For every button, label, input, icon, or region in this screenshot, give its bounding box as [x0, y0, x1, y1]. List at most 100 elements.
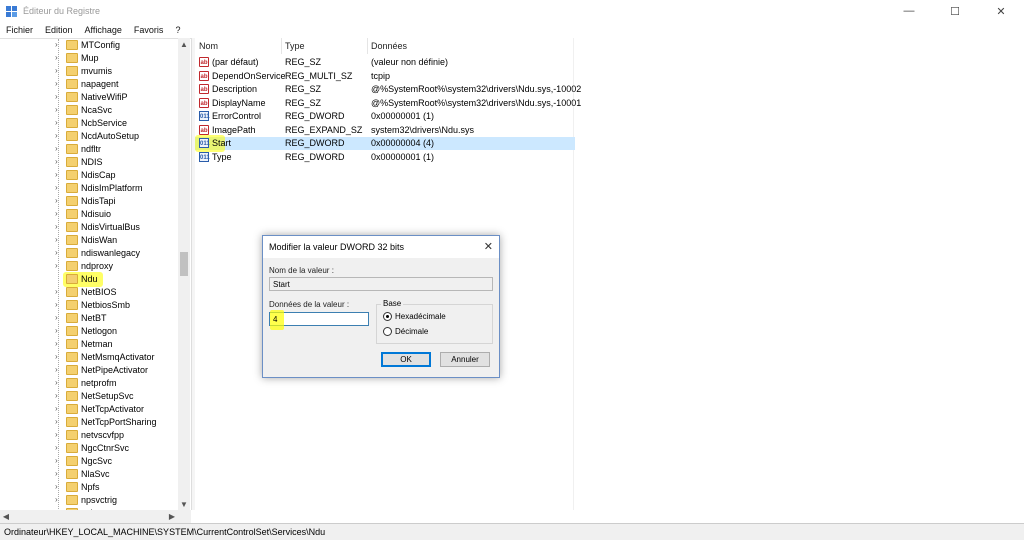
- tree-item[interactable]: › NDIS: [0, 156, 178, 169]
- scroll-left-arrow-icon[interactable]: ◀: [0, 510, 12, 523]
- chevron-right-icon[interactable]: ›: [55, 391, 58, 400]
- tree-item[interactable]: › netvscvfpp: [0, 429, 178, 442]
- tree-item[interactable]: › NetSetupSvc: [0, 390, 178, 403]
- value-data-input[interactable]: 4: [269, 310, 369, 330]
- registry-tree[interactable]: › MTConfig › Mup › mvumis › napagent › NativeWifi…: [0, 38, 191, 510]
- value-row[interactable]: 011 Start REG_DWORD 0x00000004 (4): [195, 135, 575, 152]
- tree-item[interactable]: › NetMsmqActivator: [0, 351, 178, 364]
- chevron-right-icon[interactable]: ›: [55, 456, 58, 465]
- value-row[interactable]: ab ImagePath REG_EXPAND_SZ system32\drivers…: [195, 124, 575, 137]
- tree-item[interactable]: › NetBT: [0, 312, 178, 325]
- chevron-right-icon[interactable]: ›: [55, 482, 58, 491]
- tree-vertical-scrollbar[interactable]: ▲ ▼: [178, 38, 190, 510]
- chevron-right-icon[interactable]: ›: [55, 287, 58, 296]
- menu-help[interactable]: ?: [169, 25, 186, 35]
- menu-affichage[interactable]: Affichage: [79, 25, 128, 35]
- chevron-right-icon[interactable]: ›: [55, 469, 58, 478]
- tree-item[interactable]: › NgcSvc: [0, 455, 178, 468]
- ok-button[interactable]: OK: [381, 352, 431, 367]
- chevron-right-icon[interactable]: ›: [55, 417, 58, 426]
- tree-item[interactable]: › NgcCtnrSvc: [0, 442, 178, 455]
- chevron-right-icon[interactable]: ›: [55, 378, 58, 387]
- tree-item[interactable]: › NetBIOS: [0, 286, 178, 299]
- column-header-name[interactable]: Nom: [199, 41, 218, 51]
- tree-horizontal-scrollbar[interactable]: ◀ ▶: [0, 510, 191, 523]
- tree-item[interactable]: › NativeWifiP: [0, 91, 178, 104]
- tree-item[interactable]: › NcaSvc: [0, 104, 178, 117]
- chevron-right-icon[interactable]: ›: [55, 313, 58, 322]
- chevron-right-icon[interactable]: ›: [55, 196, 58, 205]
- menu-favoris[interactable]: Favoris: [128, 25, 170, 35]
- chevron-right-icon[interactable]: ›: [55, 404, 58, 413]
- cancel-button[interactable]: Annuler: [440, 352, 490, 367]
- chevron-right-icon[interactable]: ›: [55, 66, 58, 75]
- chevron-right-icon[interactable]: ›: [55, 40, 58, 49]
- tree-item[interactable]: › Ndisuio: [0, 208, 178, 221]
- tree-item[interactable]: › npsvctrig: [0, 494, 178, 507]
- tree-item[interactable]: › ndfltr: [0, 143, 178, 156]
- tree-item[interactable]: › Mup: [0, 52, 178, 65]
- menu-edition[interactable]: Edition: [39, 25, 79, 35]
- chevron-right-icon[interactable]: ›: [55, 365, 58, 374]
- value-row[interactable]: 011 Type REG_DWORD 0x00000001 (1): [195, 151, 575, 164]
- tree-item[interactable]: › NetTcpActivator: [0, 403, 178, 416]
- menu-fichier[interactable]: Fichier: [0, 25, 39, 35]
- tree-item[interactable]: › NcbService: [0, 117, 178, 130]
- tree-item[interactable]: › Netlogon: [0, 325, 178, 338]
- chevron-right-icon[interactable]: ›: [55, 53, 58, 62]
- tree-item[interactable]: › NetbiosSmb: [0, 299, 178, 312]
- chevron-right-icon[interactable]: ›: [55, 222, 58, 231]
- chevron-right-icon[interactable]: ›: [55, 300, 58, 309]
- tree-item[interactable]: › NdisCap: [0, 169, 178, 182]
- chevron-right-icon[interactable]: ›: [55, 430, 58, 439]
- value-row[interactable]: 011 ErrorControl REG_DWORD 0x00000001 (1): [195, 110, 575, 123]
- dialog-close-icon[interactable]: ✕: [484, 240, 493, 253]
- tree-item[interactable]: › NetTcpPortSharing: [0, 416, 178, 429]
- tree-item[interactable]: › NlaSvc: [0, 468, 178, 481]
- chevron-right-icon[interactable]: ›: [55, 248, 58, 257]
- tree-item[interactable]: › NdisWan: [0, 234, 178, 247]
- tree-item[interactable]: › NdisImPlatform: [0, 182, 178, 195]
- scroll-right-arrow-icon[interactable]: ▶: [166, 510, 178, 523]
- tree-item[interactable]: › ndiswanlegacy: [0, 247, 178, 260]
- chevron-right-icon[interactable]: ›: [55, 209, 58, 218]
- chevron-right-icon[interactable]: ›: [55, 92, 58, 101]
- close-button[interactable]: ✕: [978, 0, 1024, 22]
- chevron-right-icon[interactable]: ›: [55, 352, 58, 361]
- chevron-right-icon[interactable]: ›: [55, 443, 58, 452]
- column-header-data[interactable]: Données: [371, 41, 407, 51]
- chevron-right-icon[interactable]: ›: [55, 326, 58, 335]
- chevron-right-icon[interactable]: ›: [55, 495, 58, 504]
- tree-item[interactable]: › NcdAutoSetup: [0, 130, 178, 143]
- column-header-type[interactable]: Type: [285, 41, 305, 51]
- scroll-up-arrow-icon[interactable]: ▲: [178, 38, 190, 50]
- minimize-button[interactable]: —: [886, 0, 932, 22]
- tree-item[interactable]: › Npfs: [0, 481, 178, 494]
- chevron-right-icon[interactable]: ›: [55, 261, 58, 270]
- tree-item[interactable]: › Netman: [0, 338, 178, 351]
- chevron-right-icon[interactable]: ›: [55, 144, 58, 153]
- column-separator[interactable]: [367, 38, 368, 54]
- tree-item[interactable]: › netprofm: [0, 377, 178, 390]
- chevron-right-icon[interactable]: ›: [55, 131, 58, 140]
- tree-item[interactable]: › MTConfig: [0, 39, 178, 52]
- value-row[interactable]: ab DisplayName REG_SZ @%SystemRoot%\system3…: [195, 97, 581, 110]
- chevron-right-icon[interactable]: ›: [55, 183, 58, 192]
- tree-item[interactable]: › NdisTapi: [0, 195, 178, 208]
- value-row[interactable]: ab DependOnService REG_MULTI_SZ tcpip: [195, 70, 575, 83]
- tree-item[interactable]: › NdisVirtualBus: [0, 221, 178, 234]
- chevron-right-icon[interactable]: ›: [55, 105, 58, 114]
- radio-hexadecimal[interactable]: Hexadécimale: [383, 312, 446, 321]
- maximize-button[interactable]: ☐: [932, 0, 978, 22]
- value-row[interactable]: ab Description REG_SZ @%SystemRoot%\system3…: [195, 83, 581, 96]
- tree-item[interactable]: › mvumis: [0, 65, 178, 78]
- tree-item[interactable]: › napagent: [0, 78, 178, 91]
- chevron-right-icon[interactable]: ›: [55, 157, 58, 166]
- chevron-right-icon[interactable]: ›: [55, 339, 58, 348]
- tree-scroll-thumb[interactable]: [180, 252, 188, 276]
- value-row[interactable]: ab (par défaut) REG_SZ (valeur non définie): [195, 56, 575, 69]
- chevron-right-icon[interactable]: ›: [55, 170, 58, 179]
- radio-decimal[interactable]: Décimale: [383, 327, 428, 336]
- chevron-right-icon[interactable]: ›: [55, 118, 58, 127]
- chevron-right-icon[interactable]: ›: [55, 79, 58, 88]
